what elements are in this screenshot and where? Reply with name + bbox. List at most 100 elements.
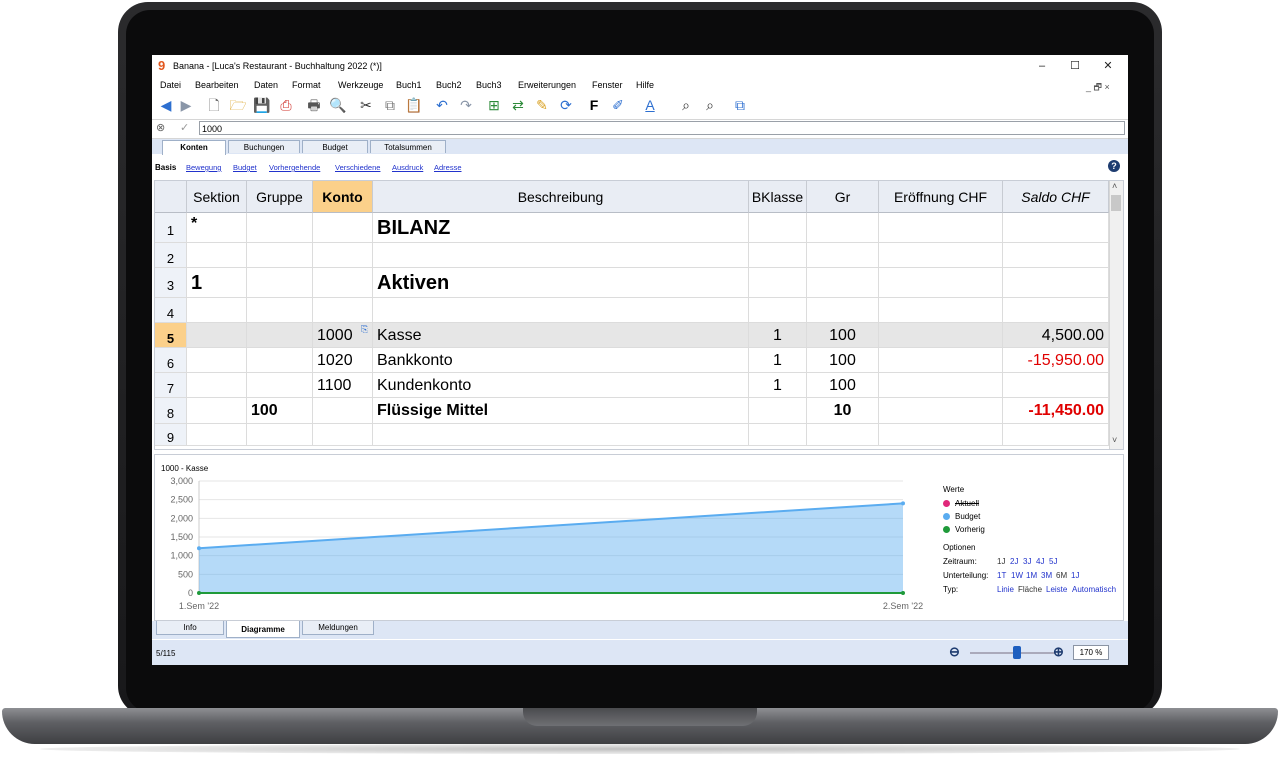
- cell-beschreibung[interactable]: BILANZ: [373, 213, 749, 243]
- cell-beschreibung[interactable]: [373, 298, 749, 323]
- print-preview-icon[interactable]: 🔍: [328, 96, 348, 114]
- cell-gr[interactable]: 100: [807, 323, 879, 348]
- cell-sektion[interactable]: [187, 348, 247, 373]
- cell-beschreibung[interactable]: Aktiven: [373, 268, 749, 298]
- cell-eroeffnung[interactable]: [879, 213, 1003, 243]
- zeitraum-5j[interactable]: 5J: [1049, 557, 1057, 566]
- cell-eroeffnung[interactable]: [879, 268, 1003, 298]
- cell-beschreibung[interactable]: Kasse: [373, 323, 749, 348]
- zoom-out-icon[interactable]: ⊖: [949, 644, 960, 660]
- cell-sektion[interactable]: *: [187, 213, 247, 243]
- row-number[interactable]: 8: [155, 398, 187, 424]
- zoom-slider-thumb[interactable]: [1013, 646, 1022, 659]
- highlight-icon[interactable]: ✐: [608, 96, 628, 114]
- cell-konto[interactable]: [313, 424, 373, 446]
- cell-sektion[interactable]: [187, 373, 247, 398]
- cell-gruppe[interactable]: [247, 213, 313, 243]
- cell-saldo[interactable]: [1003, 298, 1109, 323]
- row-number[interactable]: 7: [155, 373, 187, 398]
- new-file-icon[interactable]: 🗋: [204, 96, 224, 114]
- cell-sektion[interactable]: [187, 398, 247, 424]
- cell-eroeffnung[interactable]: [879, 398, 1003, 424]
- cell-konto[interactable]: [313, 243, 373, 268]
- cell-bklasse[interactable]: [749, 298, 807, 323]
- cell-sektion[interactable]: [187, 298, 247, 323]
- close-button[interactable]: ✕: [1098, 58, 1118, 74]
- view-adresse[interactable]: Adresse: [434, 163, 462, 172]
- cell-gruppe[interactable]: [247, 298, 313, 323]
- cell-eroeffnung[interactable]: [879, 243, 1003, 268]
- cell-konto[interactable]: 1100: [313, 373, 373, 398]
- cell-gr[interactable]: 100: [807, 373, 879, 398]
- cell-bklasse[interactable]: [749, 424, 807, 446]
- cell-beschreibung[interactable]: Kundenkonto: [373, 373, 749, 398]
- scroll-down-icon[interactable]: ˅: [1112, 435, 1117, 445]
- find-icon[interactable]: ⌕: [676, 96, 696, 114]
- bold-icon[interactable]: F: [584, 96, 604, 114]
- cell-beschreibung[interactable]: Bankkonto: [373, 348, 749, 373]
- zeitraum-2j[interactable]: 2J: [1010, 557, 1018, 566]
- print-icon[interactable]: 🖶: [304, 96, 324, 114]
- tab-totalsummen[interactable]: Totalsummen: [370, 140, 446, 153]
- row-number[interactable]: 6: [155, 348, 187, 373]
- undo-icon[interactable]: ↶: [432, 96, 452, 114]
- menu-buch2[interactable]: Buch2: [436, 80, 462, 90]
- cell-bklasse[interactable]: [749, 268, 807, 298]
- cell-gruppe[interactable]: [247, 243, 313, 268]
- cell-saldo[interactable]: [1003, 373, 1109, 398]
- tab-budget[interactable]: Budget: [302, 140, 368, 153]
- cell-bklasse[interactable]: [749, 398, 807, 424]
- menu-fenster[interactable]: Fenster: [592, 80, 623, 90]
- column-header-gr[interactable]: Gr: [807, 181, 879, 213]
- row-number[interactable]: 1: [155, 213, 187, 243]
- recalculate-icon[interactable]: ⟳: [556, 96, 576, 114]
- maximize-button[interactable]: ☐: [1065, 58, 1085, 74]
- cell-eroeffnung[interactable]: [879, 424, 1003, 446]
- cell-eroeffnung[interactable]: [879, 298, 1003, 323]
- cell-konto[interactable]: [313, 213, 373, 243]
- cell-gr[interactable]: [807, 424, 879, 446]
- cell-edit-input[interactable]: 1000: [199, 121, 1125, 135]
- menu-format[interactable]: Format: [292, 80, 321, 90]
- zeitraum-3j[interactable]: 3J: [1023, 557, 1031, 566]
- column-header-gruppe[interactable]: Gruppe: [247, 181, 313, 213]
- cell-bklasse[interactable]: 1: [749, 323, 807, 348]
- table-scrollbar[interactable]: ˄ ˅: [1109, 181, 1123, 449]
- tab-diagramme[interactable]: Diagramme: [226, 621, 300, 638]
- cell-konto[interactable]: 1020: [313, 348, 373, 373]
- cell-konto[interactable]: [313, 268, 373, 298]
- legend-vorherig[interactable]: Vorherig: [955, 525, 985, 534]
- cell-gr[interactable]: [807, 243, 879, 268]
- cell-gruppe[interactable]: [247, 268, 313, 298]
- view-verschiedene[interactable]: Verschiedene: [335, 163, 380, 172]
- menu-buch1[interactable]: Buch1: [396, 80, 422, 90]
- tab-buchungen[interactable]: Buchungen: [228, 140, 300, 153]
- find-replace-icon[interactable]: ⌕: [700, 96, 720, 114]
- column-header-beschreibung[interactable]: Beschreibung: [373, 181, 749, 213]
- cell-sektion[interactable]: [187, 424, 247, 446]
- column-header-konto[interactable]: Konto: [313, 181, 373, 213]
- cell-eroeffnung[interactable]: [879, 323, 1003, 348]
- cell-beschreibung[interactable]: [373, 424, 749, 446]
- cell-saldo[interactable]: -11,450.00: [1003, 398, 1109, 424]
- forward-icon[interactable]: ▶: [176, 96, 196, 114]
- cell-gruppe[interactable]: 100: [247, 398, 313, 424]
- cell-gruppe[interactable]: [247, 424, 313, 446]
- column-header-bklasse[interactable]: BKlasse: [749, 181, 807, 213]
- column-header-eroeffnung[interactable]: Eröffnung CHF: [879, 181, 1003, 213]
- move-row-icon[interactable]: ⇄: [508, 96, 528, 114]
- tab-konten[interactable]: Konten: [162, 140, 226, 155]
- cell-saldo[interactable]: 4,500.00: [1003, 323, 1109, 348]
- cell-saldo[interactable]: [1003, 243, 1109, 268]
- copy-icon[interactable]: ⧉: [380, 96, 400, 114]
- cell-sektion[interactable]: 1: [187, 268, 247, 298]
- column-header-sektion[interactable]: Sektion: [187, 181, 247, 213]
- cell-bklasse[interactable]: 1: [749, 373, 807, 398]
- minimize-button[interactable]: –: [1032, 58, 1052, 74]
- cell-gr[interactable]: [807, 213, 879, 243]
- help-icon[interactable]: ?: [1108, 160, 1120, 172]
- confirm-edit-icon[interactable]: ✓: [180, 121, 189, 134]
- menu-buch3[interactable]: Buch3: [476, 80, 502, 90]
- cell-gr[interactable]: 10: [807, 398, 879, 424]
- cell-bklasse[interactable]: [749, 243, 807, 268]
